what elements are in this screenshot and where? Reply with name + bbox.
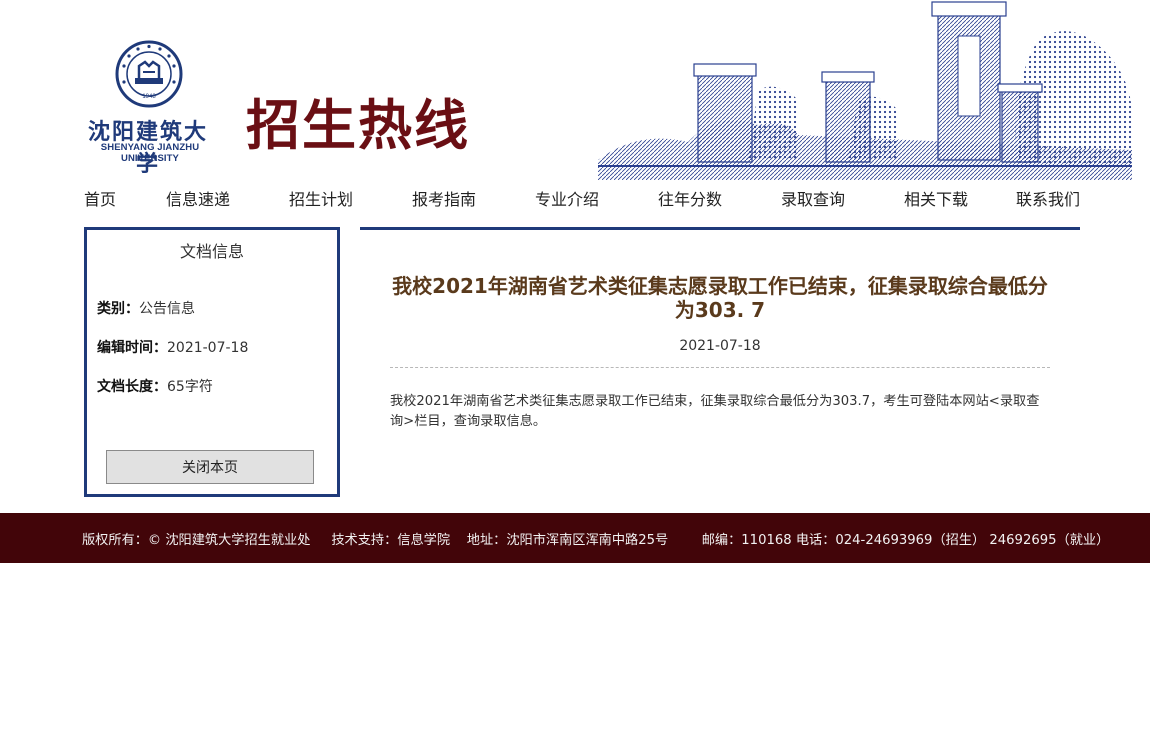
article-body: 我校2021年湖南省艺术类征集志愿录取工作已结束，征集录取综合最低分为303.7… bbox=[390, 394, 1040, 429]
nav-item-downloads[interactable]: 相关下载 bbox=[904, 186, 968, 214]
category-label: 类别： bbox=[97, 301, 139, 317]
university-seal-icon: 1948 bbox=[115, 40, 183, 108]
article-title: 我校2021年湖南省艺术类征集志愿录取工作已结束，征集录取综合最低分为303. … bbox=[392, 274, 1048, 322]
document-length-row: 文档长度：65字符 bbox=[97, 376, 213, 396]
nav-item-past-scores[interactable]: 往年分数 bbox=[658, 186, 722, 214]
nav-item-home[interactable]: 首页 bbox=[84, 186, 116, 214]
page-footer: 版权所有：© 沈阳建筑大学招生就业处 技术支持：信息学院 地址：沈阳市浑南区浑南… bbox=[0, 513, 1150, 563]
hotline-title: 招生热线 bbox=[246, 94, 470, 157]
content-top-rule bbox=[360, 227, 1080, 230]
article-date: 2021-07-18 bbox=[679, 338, 761, 354]
document-length-value: 65字符 bbox=[167, 379, 213, 395]
edit-time-label: 编辑时间： bbox=[97, 340, 167, 356]
seal-year: 1948 bbox=[142, 94, 156, 100]
nav-item-enrollment-plan[interactable]: 招生计划 bbox=[289, 186, 353, 214]
main-navigation: 首页 信息速递 招生计划 报考指南 专业介绍 往年分数 录取查询 相关下载 联系… bbox=[84, 186, 1080, 216]
footer-info: 版权所有：© 沈阳建筑大学招生就业处 技术支持：信息学院 地址：沈阳市浑南区浑南… bbox=[82, 533, 1110, 548]
logo-english-name: SHENYANG JIANZHU UNIVERSITY bbox=[100, 142, 200, 164]
nav-item-admission-query[interactable]: 录取查询 bbox=[781, 186, 845, 214]
category-value: 公告信息 bbox=[139, 301, 195, 317]
university-logo[interactable]: 1948 沈阳建筑大学 SHENYANG JIANZHU UNIVERSITY bbox=[80, 40, 220, 177]
article-divider bbox=[390, 367, 1050, 368]
page-header: 1948 沈阳建筑大学 SHENYANG JIANZHU UNIVERSITY … bbox=[0, 0, 1150, 182]
document-info-title: 文档信息 bbox=[179, 242, 244, 261]
close-page-button[interactable]: 关闭本页 bbox=[106, 450, 314, 484]
edit-time-row: 编辑时间：2021-07-18 bbox=[97, 337, 248, 357]
edit-time-value: 2021-07-18 bbox=[167, 340, 249, 356]
nav-item-news[interactable]: 信息速递 bbox=[166, 186, 230, 214]
category-row: 类别：公告信息 bbox=[97, 298, 195, 318]
document-info-panel: 文档信息 类别：公告信息 编辑时间：2021-07-18 文档长度：65字符 关… bbox=[84, 227, 340, 497]
document-length-label: 文档长度： bbox=[97, 379, 167, 395]
nav-item-application-guide[interactable]: 报考指南 bbox=[412, 186, 476, 214]
nav-item-majors[interactable]: 专业介绍 bbox=[535, 186, 599, 214]
campus-illustration bbox=[598, 1, 1132, 180]
nav-item-contact[interactable]: 联系我们 bbox=[1016, 186, 1080, 214]
